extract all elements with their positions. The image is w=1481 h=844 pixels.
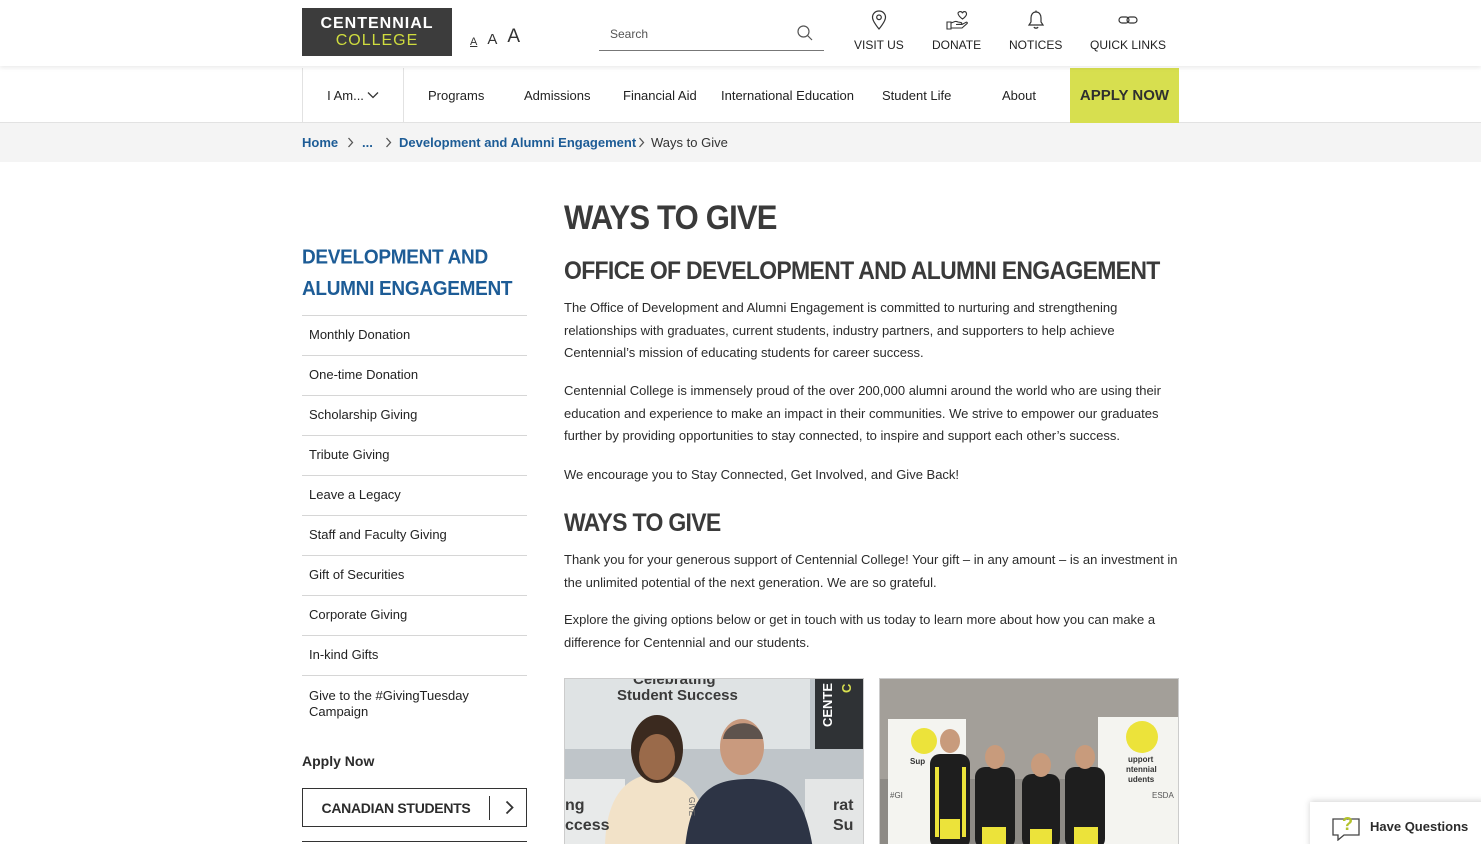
chevron-right-icon — [348, 137, 354, 148]
sidebar-item-one-time-donation[interactable]: One-time Donation — [302, 355, 527, 395]
section-title-office: OFFICE OF DEVELOPMENT AND ALUMNI ENGAGEM… — [564, 256, 1160, 285]
visit-us-link[interactable]: VISIT US — [854, 10, 904, 52]
breadcrumb-parent-link[interactable]: Development and Alumni Engagement — [399, 135, 636, 150]
photo1-banner: Student Success — [617, 687, 738, 704]
sidebar-item-monthly-donation[interactable]: Monthly Donation — [302, 315, 527, 355]
have-questions-label: Have Questions — [1370, 818, 1469, 834]
photo-celebrating-student-success[interactable]: Celebrating Student Success CENTE C ng c… — [564, 678, 864, 844]
divider — [489, 796, 490, 820]
breadcrumb-home-link[interactable]: Home — [302, 135, 338, 150]
paragraph-explore: Explore the giving options below or get … — [564, 612, 1156, 650]
i-am-label: I Am... — [327, 87, 364, 103]
canadian-students-button[interactable]: CANADIAN STUDENTS — [302, 788, 527, 827]
site-header: CENTENNIAL COLLEGE A A A VISIT US DONATE… — [0, 0, 1481, 66]
breadcrumb-current: Ways to Give — [651, 135, 728, 150]
breadcrumb-ellipsis-link[interactable]: ... — [362, 135, 373, 150]
i-am-dropdown[interactable]: I Am... — [302, 68, 404, 122]
font-size-large-button[interactable]: A — [507, 26, 520, 48]
search-box — [599, 20, 824, 51]
notices-link[interactable]: NOTICES — [1009, 10, 1062, 52]
donate-link[interactable]: DONATE — [932, 10, 981, 52]
paragraph-intro: The Office of Development and Alumni Eng… — [564, 300, 1118, 361]
hand-heart-icon — [946, 10, 968, 30]
photo2-sign-right-2: ntennial — [1126, 765, 1157, 774]
chevron-right-icon — [639, 137, 645, 148]
sidebar-item-gift-of-securities[interactable]: Gift of Securities — [302, 555, 527, 595]
quick-links-link[interactable]: QUICK LINKS — [1090, 10, 1166, 52]
centennial-logo[interactable]: CENTENNIAL COLLEGE — [302, 8, 452, 56]
svg-text:?: ? — [1342, 814, 1353, 834]
nav-item-financial-aid[interactable]: Financial Aid — [623, 68, 697, 122]
donate-label: DONATE — [932, 38, 982, 52]
photo1-left-banner-1: ng — [565, 797, 585, 814]
nav-item-international-education[interactable]: International Education — [721, 68, 854, 122]
search-icon[interactable] — [796, 24, 814, 47]
font-size-medium-button[interactable]: A — [487, 31, 497, 48]
breadcrumb: Home ... Development and Alumni Engageme… — [0, 123, 1481, 162]
nav-item-programs[interactable]: Programs — [428, 68, 484, 122]
question-bubble-icon: ? — [1332, 814, 1360, 841]
photo-giving-tuesday-students[interactable]: Sup upport ntennial udents #GI ESDA — [879, 678, 1179, 844]
nav-item-admissions[interactable]: Admissions — [524, 68, 590, 122]
bell-icon — [1027, 10, 1044, 29]
photo2-tag-left: #GI — [890, 791, 903, 800]
photo1-right-banner-1: rat — [833, 797, 854, 814]
main-nav: I Am... Programs Admissions Financial Ai… — [0, 66, 1481, 123]
visit-us-label: VISIT US — [854, 38, 904, 52]
photo2-sign-right-3: udents — [1128, 775, 1155, 784]
paragraph-thank-you: Thank you for your generous support of C… — [564, 552, 1178, 590]
canadian-students-label: CANADIAN STUDENTS — [321, 799, 471, 816]
sidebar-item-leave-a-legacy[interactable]: Leave a Legacy — [302, 475, 527, 515]
sidebar-title[interactable]: DEVELOPMENT AND ALUMNI ENGAGEMENT — [302, 243, 542, 306]
map-pin-icon — [871, 10, 886, 30]
chevron-right-icon — [505, 800, 514, 815]
sidebar-item-giving-tuesday[interactable]: Give to the #GivingTuesday Campaign — [302, 675, 527, 737]
photo2-sign-left: Sup — [910, 757, 926, 766]
apply-now-button[interactable]: APPLY NOW — [1070, 68, 1179, 123]
page-title: WAYS TO GIVE — [564, 198, 777, 237]
search-input[interactable] — [599, 20, 779, 48]
quick-links-label: QUICK LINKS — [1090, 38, 1167, 52]
chevron-right-icon — [386, 137, 392, 148]
photo2-tag-right: ESDA — [1152, 791, 1174, 800]
sidebar-item-staff-faculty-giving[interactable]: Staff and Faculty Giving — [302, 515, 527, 555]
sidebar-item-in-kind-gifts[interactable]: In-kind Gifts — [302, 635, 527, 675]
font-size-controls: A A A — [470, 26, 520, 48]
photo1-side-text-2: C — [839, 683, 854, 693]
photo1-sign: GIVE — [687, 797, 696, 817]
chevron-down-icon — [367, 92, 379, 99]
paragraph-alumni: Centennial College is immensely proud of… — [564, 383, 1161, 444]
nav-item-about[interactable]: About — [1002, 68, 1036, 122]
nav-item-student-life[interactable]: Student Life — [882, 68, 951, 122]
sidebar-item-scholarship-giving[interactable]: Scholarship Giving — [302, 395, 527, 435]
paragraph-encourage: We encourage you to Stay Connected, Get … — [564, 467, 960, 482]
photo1-side-text: CENTE — [820, 682, 835, 727]
sidebar-menu: Monthly Donation One-time Donation Schol… — [302, 315, 527, 737]
logo-line2: COLLEGE — [335, 31, 419, 49]
have-questions-widget[interactable]: ? Have Questions — [1310, 802, 1481, 844]
notices-label: NOTICES — [1009, 38, 1063, 52]
sidebar-item-tribute-giving[interactable]: Tribute Giving — [302, 435, 527, 475]
link-icon — [1118, 16, 1138, 24]
sidebar-item-corporate-giving[interactable]: Corporate Giving — [302, 595, 527, 635]
photo2-sign-right-1: upport — [1128, 755, 1154, 764]
font-size-small-button[interactable]: A — [470, 36, 477, 48]
apply-now-heading: Apply Now — [302, 753, 375, 769]
section-title-ways-to-give: WAYS TO GIVE — [564, 508, 721, 537]
photo1-left-banner-2: ccess — [565, 817, 610, 834]
photo1-right-banner-2: Su — [833, 817, 854, 834]
logo-line1: CENTENNIAL — [320, 14, 434, 32]
